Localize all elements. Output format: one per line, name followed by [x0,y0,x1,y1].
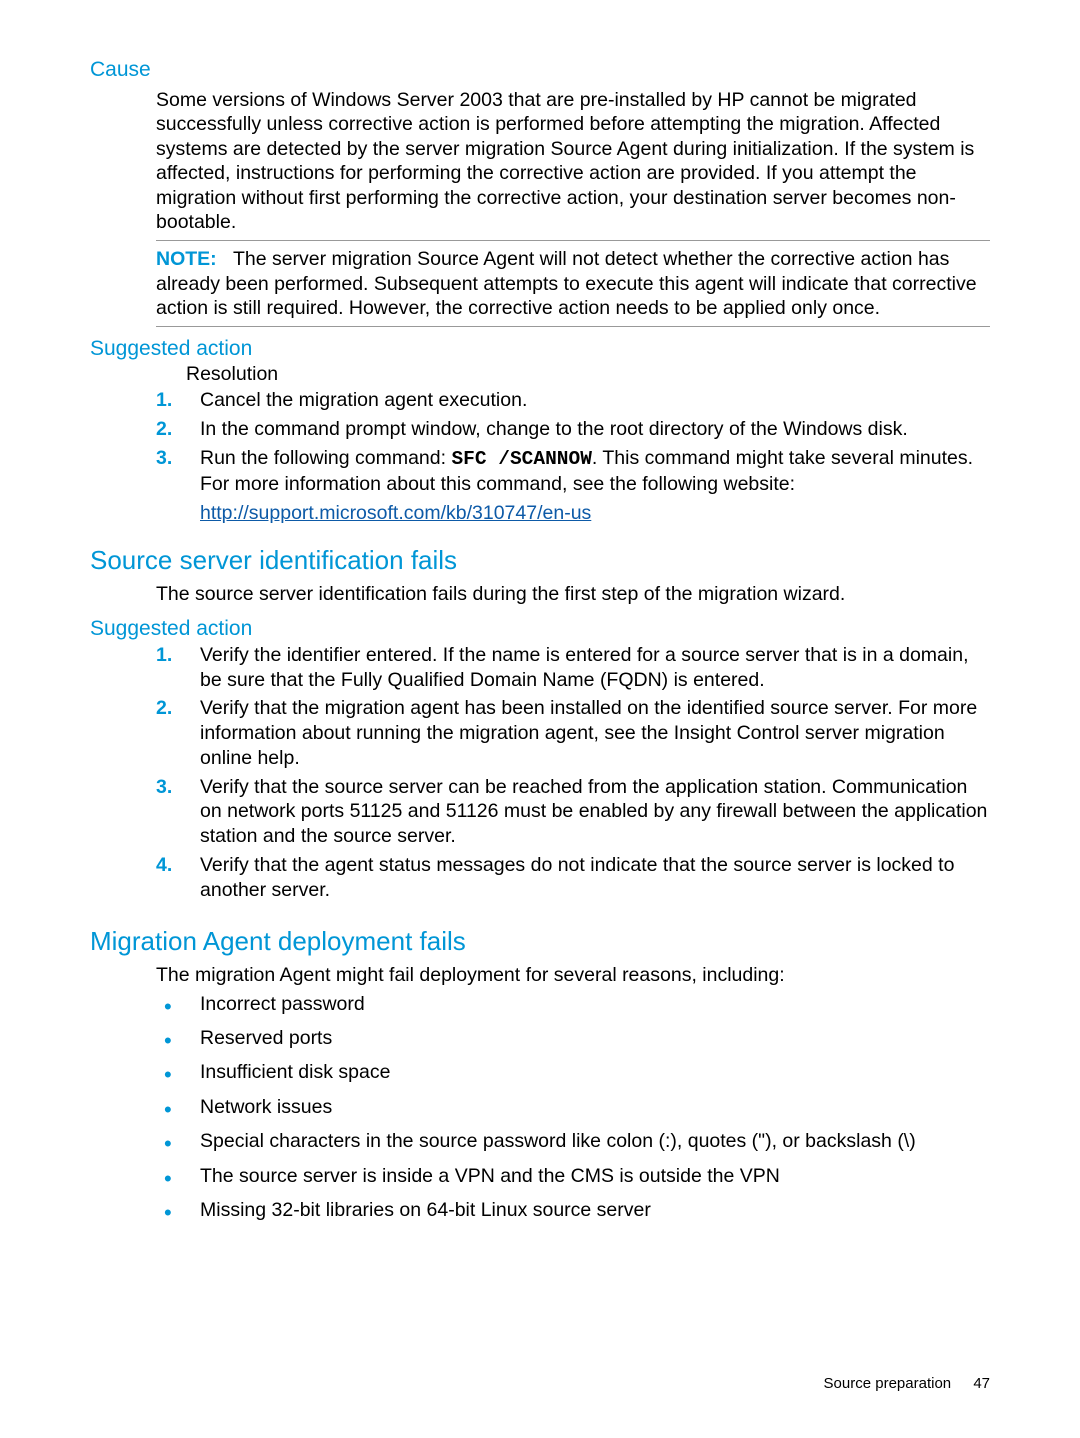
page-footer: Source preparation 47 [824,1375,990,1392]
list-item: Verify that the migration agent has been… [156,696,990,774]
deploy-intro: The migration Agent might fail deploymen… [156,963,990,987]
resolution-steps-1: Cancel the migration agent execution. In… [156,388,990,500]
note-body: The server migration Source Agent will n… [156,248,977,319]
microsoft-kb-link[interactable]: http://support.microsoft.com/kb/310747/e… [200,502,591,524]
list-item: Run the following command: SFC /SCANNOW.… [156,446,990,501]
resolution-label: Resolution [186,363,990,386]
source-id-intro: The source server identification fails d… [156,582,990,606]
list-item: The source server is inside a VPN and th… [156,1164,990,1198]
suggested-steps-2: Verify the identifier entered. If the na… [156,643,990,907]
list-item: Verify the identifier entered. If the na… [156,643,990,697]
heading-migration-agent-fails: Migration Agent deployment fails [90,926,990,957]
list-item: Missing 32-bit libraries on 64-bit Linux… [156,1198,990,1232]
cause-body: Some versions of Windows Server 2003 tha… [156,88,990,234]
list-item: Cancel the migration agent execution. [156,388,990,417]
heading-cause: Cause [90,58,990,82]
deploy-reasons: Incorrect password Reserved ports Insuff… [156,992,990,1233]
heading-suggested-action-2: Suggested action [90,617,990,641]
list-item: Special characters in the source passwor… [156,1129,990,1163]
footer-section: Source preparation [824,1375,952,1392]
list-item: In the command prompt window, change to … [156,417,990,446]
list-item: Verify that the agent status messages do… [156,853,990,907]
footer-page-number: 47 [973,1375,990,1392]
list-item: Reserved ports [156,1026,990,1060]
list-item: Insufficient disk space [156,1060,990,1094]
heading-suggested-action-1: Suggested action [90,337,990,361]
note-label: NOTE: [156,248,217,270]
step3-before: Run the following command: [200,447,451,469]
list-item: Verify that the source server can be rea… [156,775,990,853]
note-block: NOTE: The server migration Source Agent … [156,240,990,327]
list-item: Incorrect password [156,992,990,1026]
step3-code: SFC /SCANNOW [451,448,591,470]
list-item: Network issues [156,1095,990,1129]
heading-source-id-fails: Source server identification fails [90,545,990,576]
